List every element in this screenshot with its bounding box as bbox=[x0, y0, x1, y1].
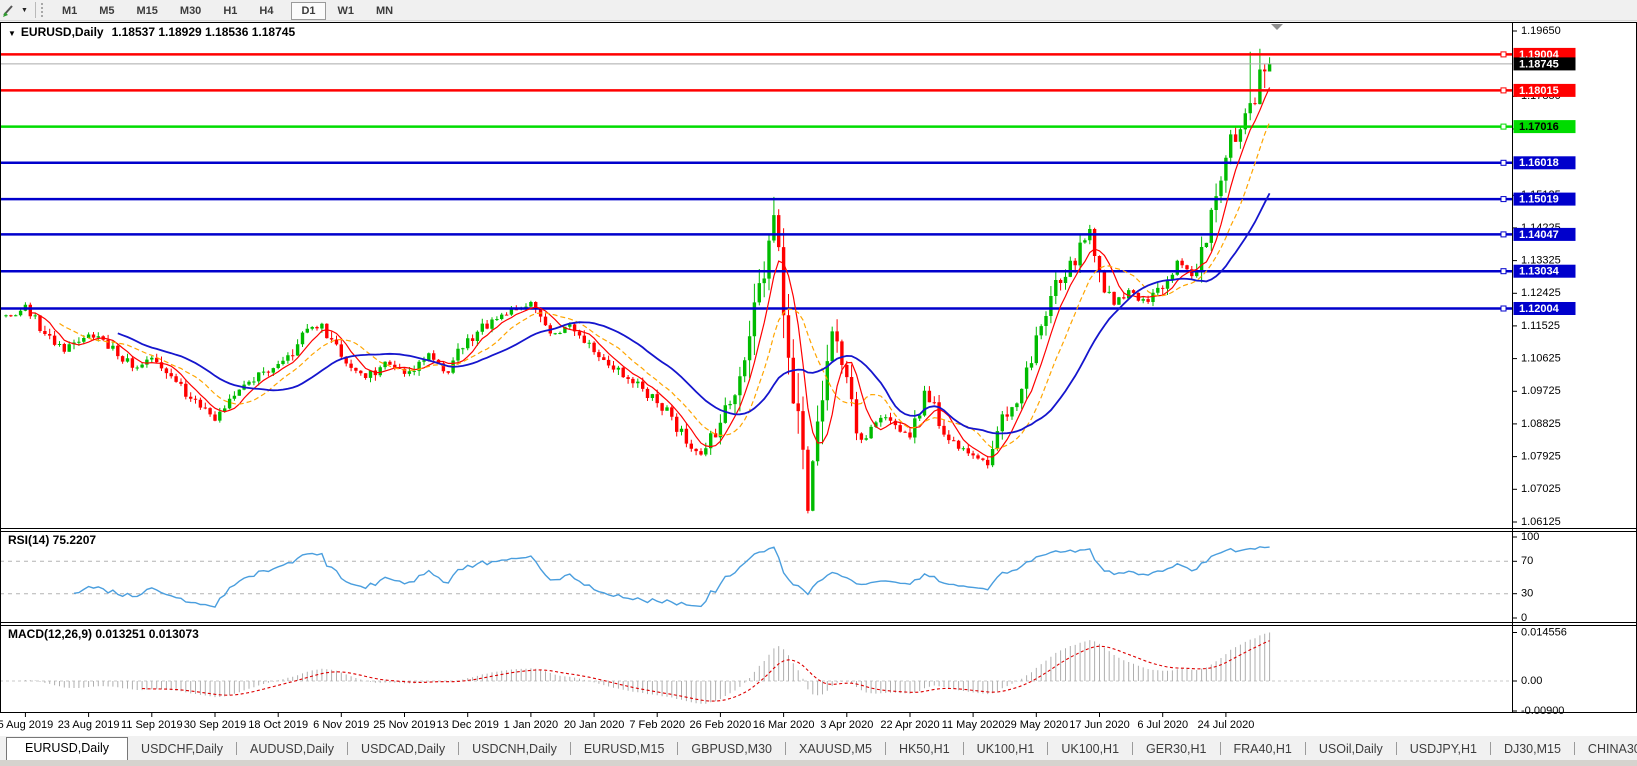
price-axis-tick: 1.07025 bbox=[1521, 483, 1561, 495]
line-anchor-handle[interactable] bbox=[1501, 232, 1506, 237]
timeframe-button-m15[interactable]: M15 bbox=[127, 2, 168, 20]
date-axis-label: 6 Jul 2020 bbox=[1137, 719, 1188, 731]
chart-ohlc-values: 1.18537 1.18929 1.18536 1.18745 bbox=[112, 25, 296, 39]
date-axis-label: 11 Sep 2019 bbox=[121, 719, 183, 731]
date-axis-label: 20 Jan 2020 bbox=[564, 719, 625, 731]
date-axis-label: 23 Aug 2019 bbox=[58, 719, 120, 731]
chart-tab-9[interactable]: UK100,H1 bbox=[964, 739, 1048, 760]
date-axis-label: 7 Feb 2020 bbox=[629, 719, 685, 731]
chart-tab-14[interactable]: USDJPY,H1 bbox=[1397, 739, 1490, 760]
date-axis-label: 22 Apr 2020 bbox=[880, 719, 939, 731]
chart-legend: ▼ EURUSD,Daily 1.18537 1.18929 1.18536 1.1… bbox=[8, 25, 295, 39]
date-axis-label: 17 Jun 2020 bbox=[1069, 719, 1130, 731]
date-axis-label: 5 Aug 2019 bbox=[0, 719, 53, 731]
price-axis-tick: 1.08825 bbox=[1521, 418, 1561, 430]
price-level-label[interactable]: 1.15019 bbox=[1519, 194, 1559, 206]
chart-symbol-label: EURUSD,Daily bbox=[21, 25, 104, 39]
timeframe-button-m30[interactable]: M30 bbox=[170, 2, 211, 20]
date-axis-label: 11 May 2020 bbox=[942, 719, 1005, 731]
toolbar-separator bbox=[35, 2, 36, 18]
chart-tab-7[interactable]: XAUUSD,M5 bbox=[786, 739, 885, 760]
chart-tab-8[interactable]: HK50,H1 bbox=[886, 739, 963, 760]
price-axis-tick: 1.10625 bbox=[1521, 353, 1561, 365]
line-anchor-handle[interactable] bbox=[1501, 160, 1506, 165]
price-axis-tick: 1.12425 bbox=[1521, 287, 1561, 299]
timeframe-buttons: M1M5M15M30H1H4 D1W1MN bbox=[51, 1, 410, 19]
line-anchor-handle[interactable] bbox=[1501, 197, 1506, 202]
chart-tab-6[interactable]: GBPUSD,M30 bbox=[678, 739, 785, 760]
chart-tab-5[interactable]: EURUSD,M15 bbox=[571, 739, 678, 760]
rsi-axis-tick: 0 bbox=[1521, 612, 1527, 624]
date-axis-label: 18 Oct 2019 bbox=[248, 719, 308, 731]
price-level-label[interactable]: 1.14047 bbox=[1519, 229, 1559, 241]
line-anchor-handle[interactable] bbox=[1501, 88, 1506, 93]
timeframe-button-d1[interactable]: D1 bbox=[291, 2, 325, 20]
chart-tab-13[interactable]: USOil,Daily bbox=[1306, 739, 1396, 760]
line-anchor-handle[interactable] bbox=[1501, 52, 1506, 57]
chart-tab-3[interactable]: USDCAD,Daily bbox=[348, 739, 458, 760]
current-price-label: 1.18745 bbox=[1519, 58, 1559, 70]
line-anchor-handle[interactable] bbox=[1501, 269, 1506, 274]
date-axis-label: 13 Dec 2019 bbox=[437, 719, 499, 731]
date-axis-label: 1 Jan 2020 bbox=[504, 719, 558, 731]
date-axis-label: 16 Mar 2020 bbox=[753, 719, 815, 731]
date-axis-label: 26 Feb 2020 bbox=[690, 719, 752, 731]
cursor-tool-icon[interactable] bbox=[2, 2, 17, 18]
chart-tab-0[interactable]: EURUSD,Daily bbox=[6, 737, 128, 760]
chart-background bbox=[0, 22, 1637, 736]
timeframe-button-w1[interactable]: W1 bbox=[328, 2, 365, 20]
price-level-label[interactable]: 1.17016 bbox=[1519, 121, 1559, 133]
line-anchor-handle[interactable] bbox=[1501, 124, 1506, 129]
chart-tab-4[interactable]: USDCNH,Daily bbox=[459, 739, 570, 760]
price-level-label[interactable]: 1.18015 bbox=[1519, 85, 1559, 97]
price-axis-tick: 1.09725 bbox=[1521, 385, 1561, 397]
date-axis-label: 25 Nov 2019 bbox=[373, 719, 435, 731]
rsi-axis-tick: 70 bbox=[1521, 555, 1533, 567]
price-level-label[interactable]: 1.12004 bbox=[1519, 303, 1560, 315]
price-level-label[interactable]: 1.13034 bbox=[1519, 266, 1560, 278]
rsi-label: RSI(14) 75.2207 bbox=[8, 533, 96, 547]
chart-area[interactable]: ▼ EURUSD,Daily 1.18537 1.18929 1.18536 1.1… bbox=[0, 22, 1637, 736]
chart-tab-10[interactable]: UK100,H1 bbox=[1048, 739, 1132, 760]
chart-tab-11[interactable]: GER30,H1 bbox=[1133, 739, 1219, 760]
macd-axis-tick: -0.00900 bbox=[1521, 705, 1564, 717]
timeframe-button-m1[interactable]: M1 bbox=[52, 2, 87, 20]
price-axis-tick: 1.07925 bbox=[1521, 451, 1561, 463]
macd-axis-tick: 0.00 bbox=[1521, 675, 1542, 687]
rsi-axis-tick: 100 bbox=[1521, 531, 1539, 543]
timeframe-toolbar: ▼ M1M5M15M30H1H4 D1W1MN bbox=[0, 0, 1637, 21]
date-axis-label: 30 Sep 2019 bbox=[184, 719, 246, 731]
date-axis-label: 6 Nov 2019 bbox=[313, 719, 369, 731]
price-axis-tick: 1.11525 bbox=[1521, 320, 1560, 332]
date-axis-label: 3 Apr 2020 bbox=[820, 719, 873, 731]
cursor-tool-dropdown-icon[interactable]: ▼ bbox=[17, 7, 32, 14]
price-axis-tick: 1.19650 bbox=[1521, 25, 1561, 37]
timeframe-button-m5[interactable]: M5 bbox=[89, 2, 124, 20]
chart-tab-16[interactable]: CHINA300,H4 bbox=[1575, 739, 1637, 760]
timeframe-button-h4[interactable]: H4 bbox=[249, 2, 283, 20]
date-axis-label: 24 Jul 2020 bbox=[1197, 719, 1254, 731]
price-chart-svg[interactable]: ▼ EURUSD,Daily 1.18537 1.18929 1.18536 1.1… bbox=[0, 22, 1637, 736]
price-axis-tick: 1.06125 bbox=[1521, 516, 1561, 528]
chart-tab-15[interactable]: DJ30,M15 bbox=[1491, 739, 1574, 760]
chart-tab-1[interactable]: USDCHF,Daily bbox=[128, 739, 236, 760]
date-axis-label: 29 May 2020 bbox=[1004, 719, 1068, 731]
chart-tab-2[interactable]: AUDUSD,Daily bbox=[237, 739, 347, 760]
timeframe-button-h1[interactable]: H1 bbox=[213, 2, 247, 20]
macd-label: MACD(12,26,9) 0.013251 0.013073 bbox=[8, 627, 199, 641]
trading-terminal: ▼ M1M5M15M30H1H4 D1W1MN ▼ EURUSD,Daily 1.18… bbox=[0, 0, 1637, 766]
collapse-triangle-icon: ▼ bbox=[8, 29, 16, 38]
rsi-axis-tick: 30 bbox=[1521, 588, 1533, 600]
macd-axis-tick: 0.014556 bbox=[1521, 626, 1567, 638]
chart-tab-bar: EURUSD,DailyUSDCHF,DailyAUDUSD,DailyUSDC… bbox=[0, 736, 1637, 760]
line-anchor-handle[interactable] bbox=[1501, 306, 1506, 311]
timeframe-button-mn[interactable]: MN bbox=[366, 2, 403, 20]
toolbar-grip[interactable] bbox=[41, 3, 46, 17]
bottom-strip bbox=[0, 760, 1637, 766]
price-level-label[interactable]: 1.16018 bbox=[1519, 157, 1559, 169]
chart-tab-12[interactable]: FRA40,H1 bbox=[1221, 739, 1305, 760]
